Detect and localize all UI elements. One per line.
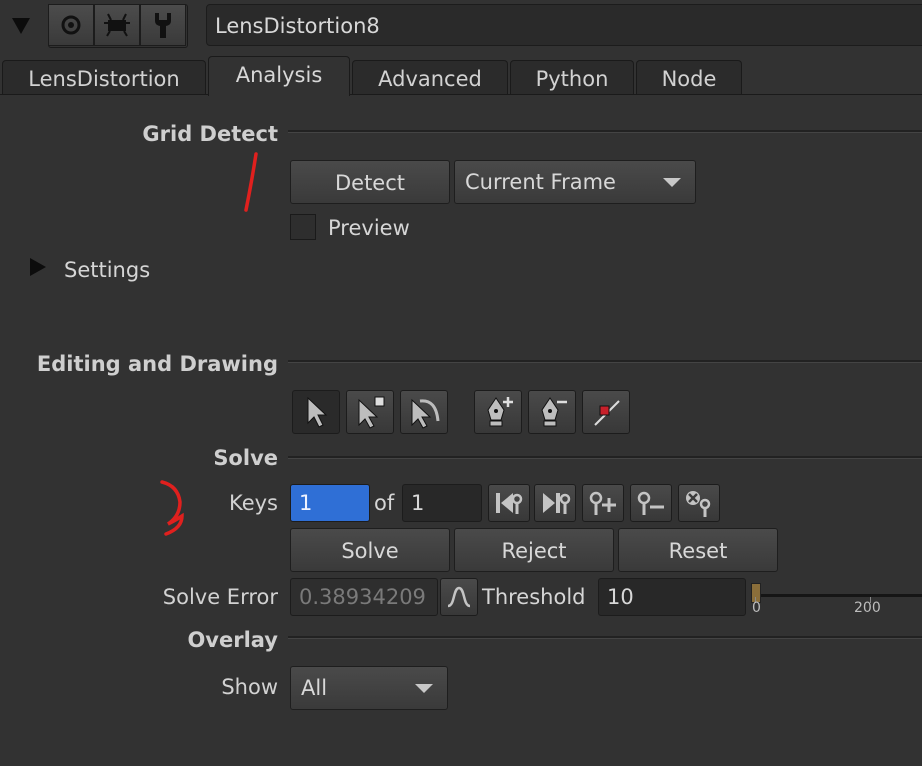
- chevron-down-icon: [663, 178, 681, 187]
- add-point-tool-button[interactable]: [474, 390, 522, 434]
- key-remove-icon: [637, 491, 664, 515]
- current-key-field[interactable]: 1: [290, 484, 370, 522]
- slider-label-200: 200: [854, 600, 881, 616]
- previous-key-button[interactable]: [488, 484, 530, 522]
- solve-divider: [288, 456, 922, 459]
- show-label: Show: [221, 675, 278, 699]
- grid-detect-heading: Grid Detect: [142, 122, 278, 146]
- annotation-mark-2: [160, 480, 184, 536]
- remove-point-tool-button[interactable]: [528, 390, 576, 434]
- wrench-icon: [155, 13, 171, 38]
- pen-add-icon: [487, 397, 513, 427]
- key-next-icon: [543, 493, 571, 514]
- solve-error-label: Solve Error: [162, 585, 278, 609]
- tab-advanced[interactable]: Advanced: [352, 60, 508, 94]
- tab-python[interactable]: Python: [510, 60, 634, 94]
- key-add-icon: [589, 491, 616, 515]
- node-bug-button[interactable]: [94, 4, 140, 46]
- overlay-show-value: All: [301, 676, 328, 700]
- bug-icon: [104, 13, 130, 37]
- collapse-toggle[interactable]: [6, 10, 36, 40]
- reset-button[interactable]: Reset: [618, 528, 778, 572]
- total-keys-field: 1: [402, 484, 482, 522]
- solve-heading: Solve: [213, 446, 278, 470]
- preview-checkbox[interactable]: [290, 214, 316, 240]
- add-key-button[interactable]: [582, 484, 624, 522]
- select-curve-tool-button[interactable]: [400, 390, 448, 434]
- overlay-show-dropdown[interactable]: All: [290, 666, 448, 710]
- editing-drawing-heading: Editing and Drawing: [36, 352, 278, 376]
- arrow-point-icon: [358, 396, 385, 429]
- chevron-down-icon: [415, 684, 433, 693]
- select-points-tool-button[interactable]: [346, 390, 394, 434]
- annotation-mark-1: [244, 152, 258, 212]
- settings-toggle[interactable]: Settings: [64, 258, 150, 282]
- reject-button[interactable]: Reject: [454, 528, 614, 572]
- threshold-field[interactable]: 10: [598, 578, 746, 616]
- arrow-cursor-icon: [307, 396, 328, 428]
- triangle-down-icon: [12, 18, 30, 34]
- node-header: LensDistortion8: [0, 0, 922, 54]
- frame-range-dropdown[interactable]: Current Frame: [454, 160, 696, 204]
- overlay-divider: [288, 636, 922, 639]
- line-draw-icon: [594, 400, 620, 426]
- select-tool-button[interactable]: [292, 390, 340, 434]
- curve-editor-button[interactable]: [440, 578, 478, 616]
- curve-icon: [447, 586, 471, 608]
- preview-label: Preview: [328, 216, 410, 240]
- tab-lensdistortion[interactable]: LensDistortion: [2, 60, 206, 94]
- threshold-slider[interactable]: 0 200: [750, 580, 922, 620]
- key-delete-all-icon: [686, 491, 711, 517]
- editing-drawing-divider: [288, 360, 922, 363]
- solve-button[interactable]: Solve: [290, 528, 450, 572]
- detect-button[interactable]: Detect: [290, 160, 450, 204]
- triangle-right-icon[interactable]: [30, 258, 46, 276]
- overlay-heading: Overlay: [187, 628, 278, 652]
- tab-node[interactable]: Node: [636, 60, 742, 94]
- keys-of-label: of: [374, 491, 395, 515]
- draw-line-tool-button[interactable]: [582, 390, 630, 434]
- key-previous-icon: [496, 493, 523, 514]
- threshold-label: Threshold: [482, 585, 586, 609]
- node-enable-button[interactable]: [48, 4, 94, 46]
- node-name-field[interactable]: LensDistortion8: [206, 4, 922, 46]
- arrow-curve-icon: [411, 398, 440, 429]
- slider-label-zero: 0: [752, 600, 761, 616]
- tab-analysis[interactable]: Analysis: [208, 56, 350, 96]
- remove-key-button[interactable]: [630, 484, 672, 522]
- solve-error-field: 0.38934209: [290, 578, 438, 616]
- circle-dot-icon: [61, 15, 81, 35]
- node-tools-button[interactable]: [140, 4, 186, 46]
- next-key-button[interactable]: [534, 484, 576, 522]
- pen-remove-icon: [541, 397, 567, 427]
- frame-range-value: Current Frame: [465, 170, 616, 194]
- clear-keys-button[interactable]: [678, 484, 720, 522]
- grid-detect-divider: [288, 130, 922, 133]
- slider-track: [756, 594, 922, 597]
